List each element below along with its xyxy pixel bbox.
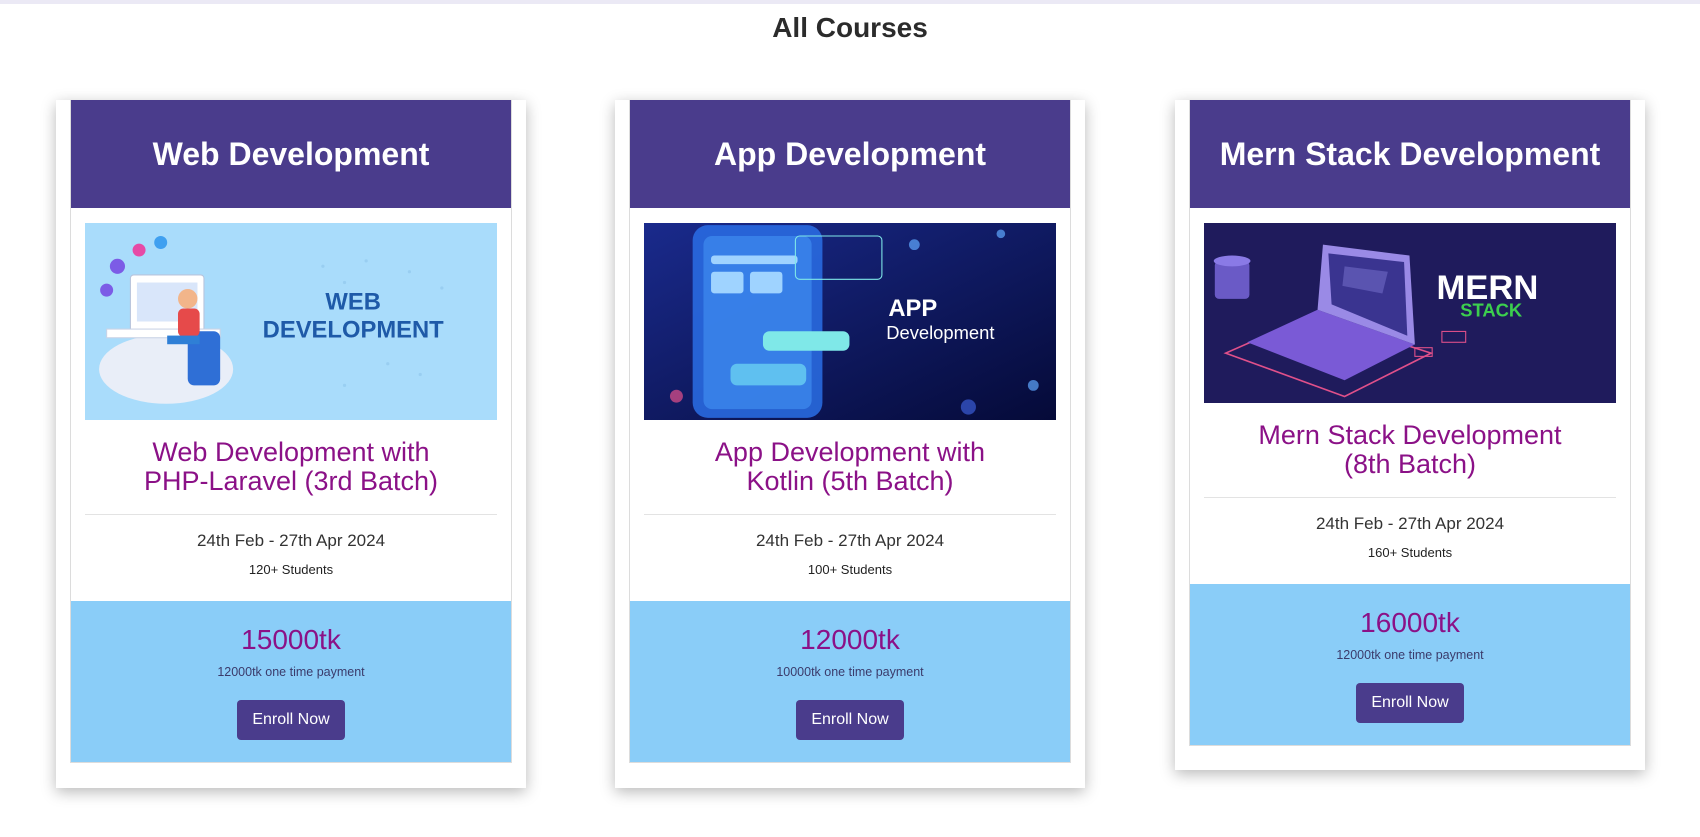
divider [644,514,1056,515]
course-name-line2: Kotlin (5th Batch) [746,466,954,496]
svg-text:WEB: WEB [325,289,381,316]
course-name: Mern Stack Development (8th Batch) [1214,421,1606,479]
course-name-line2: PHP-Laravel (3rd Batch) [143,466,439,496]
student-count: 120+ Students [248,562,334,577]
svg-text:APP: APP [888,295,937,322]
course-dates: 24th Feb - 27th Apr 2024 [755,531,945,550]
course-name-line1: Mern Stack Development [1258,420,1562,450]
course-name: Web Development with PHP-Laravel (3rd Ba… [95,438,487,496]
course-card-web-development: Web Development WEB DEVELOPMENT Web Deve… [56,100,526,788]
course-dates: 24th Feb - 27th Apr 2024 [1315,514,1505,533]
course-name-line2: (8th Batch) [1343,449,1477,479]
page-title: All Courses [772,12,928,43]
svg-text:DEVELOPMENT: DEVELOPMENT [263,317,445,344]
course-name: App Development with Kotlin (5th Batch) [654,438,1046,496]
course-banner-image: MERN STACK [1204,223,1616,403]
payment-note: 12000tk one time payment [217,665,365,679]
top-border [0,0,1700,4]
course-card-header: Web Development [71,100,511,208]
student-count: 100+ Students [807,562,893,577]
course-card-mern-stack-development: Mern Stack Development MERN STACK Mern S… [1175,100,1645,770]
course-card-app-development: App Development APP Development App Deve… [615,100,1085,788]
course-card-header: App Development [630,100,1070,208]
divider [85,514,497,515]
payment-note: 12000tk one time payment [1336,648,1484,662]
enroll-now-button[interactable]: Enroll Now [796,700,904,740]
payment-note: 10000tk one time payment [776,665,924,679]
course-name-line1: Web Development with [152,437,430,467]
course-banner-image: APP Development [644,223,1056,420]
divider [1204,497,1616,498]
student-count: 160+ Students [1367,545,1453,560]
course-card-body: Web Development WEB DEVELOPMENT Web Deve… [70,100,512,763]
price-section: 15000tk 12000tk one time payment Enroll … [71,601,511,762]
price-section: 12000tk 10000tk one time payment Enroll … [630,601,1070,762]
course-card-body: App Development APP Development App Deve… [629,100,1071,763]
course-banner-image: WEB DEVELOPMENT [85,223,497,420]
course-price: 12000tk [800,624,900,655]
svg-text:Development: Development [886,322,994,343]
course-dates: 24th Feb - 27th Apr 2024 [196,531,386,550]
course-price: 15000tk [241,624,341,655]
price-section: 16000tk 12000tk one time payment Enroll … [1190,584,1630,745]
enroll-now-button[interactable]: Enroll Now [237,700,345,740]
course-price: 16000tk [1360,607,1460,638]
course-name-line1: App Development with [714,437,986,467]
course-card-header: Mern Stack Development [1190,100,1630,208]
enroll-now-button[interactable]: Enroll Now [1356,683,1464,723]
svg-text:STACK: STACK [1460,299,1523,320]
course-card-body: Mern Stack Development MERN STACK Mern S… [1189,100,1631,746]
